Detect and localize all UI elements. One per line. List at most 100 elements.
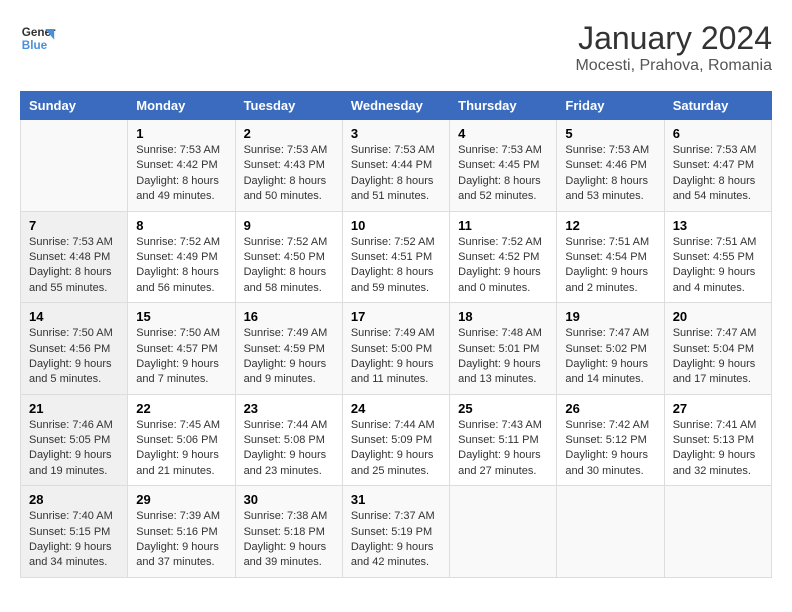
day-number: 16 <box>244 309 334 324</box>
col-header-saturday: Saturday <box>664 92 771 120</box>
day-info: Sunrise: 7:43 AMSunset: 5:11 PMDaylight:… <box>458 418 548 480</box>
day-info: Sunrise: 7:53 AMSunset: 4:42 PMDaylight:… <box>136 143 226 205</box>
day-cell: 8Sunrise: 7:52 AMSunset: 4:49 PMDaylight… <box>128 211 235 303</box>
day-info: Sunrise: 7:48 AMSunset: 5:01 PMDaylight:… <box>458 326 548 388</box>
day-info: Sunrise: 7:50 AMSunset: 4:56 PMDaylight:… <box>29 326 119 388</box>
day-cell <box>664 486 771 578</box>
day-cell: 29 Sunrise: 7:39 AMSunset: 5:16 PMDayligh… <box>128 486 235 578</box>
day-info: Sunrise: 7:44 AMSunset: 5:09 PMDaylight:… <box>351 418 441 480</box>
day-cell: 13Sunrise: 7:51 AMSunset: 4:55 PMDayligh… <box>664 211 771 303</box>
day-cell: 30Sunrise: 7:38 AMSunset: 5:18 PMDayligh… <box>235 486 342 578</box>
week-row-1: 1 Sunrise: 7:53 AMSunset: 4:42 PMDaylight… <box>21 120 772 212</box>
day-number: 2 <box>244 126 334 141</box>
day-number: 4 <box>458 126 548 141</box>
day-number: 18 <box>458 309 548 324</box>
day-info: Sunrise: 7:52 AMSunset: 4:50 PMDaylight:… <box>244 235 334 297</box>
day-cell <box>450 486 557 578</box>
day-cell: 12Sunrise: 7:51 AMSunset: 4:54 PMDayligh… <box>557 211 664 303</box>
day-info: Sunrise: 7:44 AMSunset: 5:08 PMDaylight:… <box>244 418 334 480</box>
day-cell: 4Sunrise: 7:53 AMSunset: 4:45 PMDaylight… <box>450 120 557 212</box>
header-row: SundayMondayTuesdayWednesdayThursdayFrid… <box>21 92 772 120</box>
day-cell: 24 Sunrise: 7:44 AMSunset: 5:09 PMDayligh… <box>342 394 449 486</box>
day-cell: 9Sunrise: 7:52 AMSunset: 4:50 PMDaylight… <box>235 211 342 303</box>
day-number: 21 <box>29 401 119 416</box>
day-info: Sunrise: 7:52 AMSunset: 4:52 PMDaylight:… <box>458 235 548 297</box>
week-row-5: 28 Sunrise: 7:40 AMSunset: 5:15 PMDayligh… <box>21 486 772 578</box>
day-cell: 26 Sunrise: 7:42 AMSunset: 5:12 PMDayligh… <box>557 394 664 486</box>
day-info: Sunrise: 7:51 AMSunset: 4:55 PMDaylight:… <box>673 235 763 297</box>
day-number: 23 <box>244 401 334 416</box>
day-cell: 6Sunrise: 7:53 AMSunset: 4:47 PMDaylight… <box>664 120 771 212</box>
day-number: 10 <box>351 218 441 233</box>
day-cell <box>557 486 664 578</box>
day-cell: 18 Sunrise: 7:48 AMSunset: 5:01 PMDayligh… <box>450 303 557 395</box>
day-cell: 28 Sunrise: 7:40 AMSunset: 5:15 PMDayligh… <box>21 486 128 578</box>
day-info: Sunrise: 7:51 AMSunset: 4:54 PMDaylight:… <box>565 235 655 297</box>
day-cell: 17 Sunrise: 7:49 AMSunset: 5:00 PMDayligh… <box>342 303 449 395</box>
day-cell: 1 Sunrise: 7:53 AMSunset: 4:42 PMDaylight… <box>128 120 235 212</box>
day-number: 29 <box>136 492 226 507</box>
col-header-monday: Monday <box>128 92 235 120</box>
day-info: Sunrise: 7:47 AMSunset: 5:02 PMDaylight:… <box>565 326 655 388</box>
day-cell: 16 Sunrise: 7:49 AMSunset: 4:59 PMDayligh… <box>235 303 342 395</box>
day-info: Sunrise: 7:47 AMSunset: 5:04 PMDaylight:… <box>673 326 763 388</box>
day-info: Sunrise: 7:46 AMSunset: 5:05 PMDaylight:… <box>29 418 119 480</box>
day-cell: 21 Sunrise: 7:46 AMSunset: 5:05 PMDayligh… <box>21 394 128 486</box>
day-number: 24 <box>351 401 441 416</box>
day-number: 20 <box>673 309 763 324</box>
col-header-wednesday: Wednesday <box>342 92 449 120</box>
day-cell: 20 Sunrise: 7:47 AMSunset: 5:04 PMDayligh… <box>664 303 771 395</box>
day-cell: 19 Sunrise: 7:47 AMSunset: 5:02 PMDayligh… <box>557 303 664 395</box>
col-header-sunday: Sunday <box>21 92 128 120</box>
day-info: Sunrise: 7:41 AMSunset: 5:13 PMDaylight:… <box>673 418 763 480</box>
calendar-table: SundayMondayTuesdayWednesdayThursdayFrid… <box>20 91 772 578</box>
day-info: Sunrise: 7:49 AMSunset: 5:00 PMDaylight:… <box>351 326 441 388</box>
day-info: Sunrise: 7:39 AMSunset: 5:16 PMDaylight:… <box>136 509 226 571</box>
day-cell <box>21 120 128 212</box>
day-number: 11 <box>458 218 548 233</box>
day-number: 31 <box>351 492 441 507</box>
day-info: Sunrise: 7:38 AMSunset: 5:18 PMDaylight:… <box>244 509 334 571</box>
day-number: 26 <box>565 401 655 416</box>
logo-icon: General Blue <box>20 20 56 56</box>
day-info: Sunrise: 7:50 AMSunset: 4:57 PMDaylight:… <box>136 326 226 388</box>
day-info: Sunrise: 7:40 AMSunset: 5:15 PMDaylight:… <box>29 509 119 571</box>
day-number: 14 <box>29 309 119 324</box>
day-cell: 31 Sunrise: 7:37 AMSunset: 5:19 PMDayligh… <box>342 486 449 578</box>
day-info: Sunrise: 7:53 AMSunset: 4:48 PMDaylight:… <box>29 235 119 297</box>
day-info: Sunrise: 7:42 AMSunset: 5:12 PMDaylight:… <box>565 418 655 480</box>
day-cell: 23 Sunrise: 7:44 AMSunset: 5:08 PMDayligh… <box>235 394 342 486</box>
day-info: Sunrise: 7:45 AMSunset: 5:06 PMDaylight:… <box>136 418 226 480</box>
day-info: Sunrise: 7:37 AMSunset: 5:19 PMDaylight:… <box>351 509 441 571</box>
page-header: General Blue January 2024 Mocesti, Praho… <box>20 20 772 75</box>
day-cell: 27 Sunrise: 7:41 AMSunset: 5:13 PMDayligh… <box>664 394 771 486</box>
day-cell: 15Sunrise: 7:50 AMSunset: 4:57 PMDayligh… <box>128 303 235 395</box>
logo: General Blue <box>20 20 56 56</box>
day-number: 1 <box>136 126 226 141</box>
day-cell: 7 Sunrise: 7:53 AMSunset: 4:48 PMDaylight… <box>21 211 128 303</box>
day-number: 7 <box>29 218 119 233</box>
day-info: Sunrise: 7:52 AMSunset: 4:51 PMDaylight:… <box>351 235 441 297</box>
day-cell: 25 Sunrise: 7:43 AMSunset: 5:11 PMDayligh… <box>450 394 557 486</box>
col-header-tuesday: Tuesday <box>235 92 342 120</box>
day-info: Sunrise: 7:49 AMSunset: 4:59 PMDaylight:… <box>244 326 334 388</box>
day-number: 6 <box>673 126 763 141</box>
svg-text:Blue: Blue <box>22 39 48 52</box>
day-cell: 14 Sunrise: 7:50 AMSunset: 4:56 PMDayligh… <box>21 303 128 395</box>
day-number: 17 <box>351 309 441 324</box>
day-number: 28 <box>29 492 119 507</box>
day-info: Sunrise: 7:52 AMSunset: 4:49 PMDaylight:… <box>136 235 226 297</box>
day-info: Sunrise: 7:53 AMSunset: 4:44 PMDaylight:… <box>351 143 441 205</box>
day-number: 27 <box>673 401 763 416</box>
month-year: January 2024 <box>575 20 772 57</box>
day-number: 19 <box>565 309 655 324</box>
day-cell: 11 Sunrise: 7:52 AMSunset: 4:52 PMDayligh… <box>450 211 557 303</box>
day-number: 22 <box>136 401 226 416</box>
day-info: Sunrise: 7:53 AMSunset: 4:43 PMDaylight:… <box>244 143 334 205</box>
day-number: 25 <box>458 401 548 416</box>
week-row-2: 7 Sunrise: 7:53 AMSunset: 4:48 PMDaylight… <box>21 211 772 303</box>
day-cell: 22 Sunrise: 7:45 AMSunset: 5:06 PMDayligh… <box>128 394 235 486</box>
col-header-friday: Friday <box>557 92 664 120</box>
day-cell: 10 Sunrise: 7:52 AMSunset: 4:51 PMDayligh… <box>342 211 449 303</box>
day-info: Sunrise: 7:53 AMSunset: 4:46 PMDaylight:… <box>565 143 655 205</box>
